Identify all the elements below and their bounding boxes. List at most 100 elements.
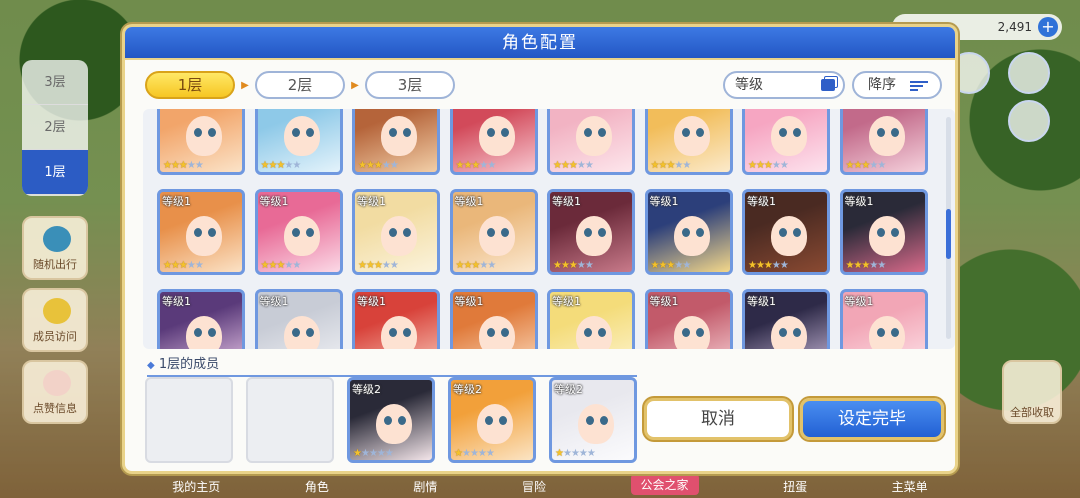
floor-nav: 3层 2层 1层 — [22, 60, 88, 196]
portrait-eye — [890, 328, 899, 337]
star-rating: ★★★★★ — [553, 160, 594, 171]
sort-key-button[interactable]: 等级 — [723, 71, 845, 99]
character-level: 等级1 — [357, 295, 386, 308]
grid-scrollbar[interactable] — [946, 117, 951, 339]
tab-floor-2[interactable]: 2层 — [255, 71, 345, 99]
portrait-eye — [681, 128, 690, 137]
floor-nav-item-1[interactable]: 1层 — [22, 150, 88, 195]
member-card[interactable]: 等级2 ★★★★★ — [549, 377, 637, 463]
star-rating: ★★★★★ — [260, 260, 302, 271]
nav-my-home[interactable]: 我的主页 — [172, 478, 220, 495]
character-card[interactable]: 等级1★★★★★ — [644, 289, 733, 349]
character-card[interactable]: ★★★★★ — [157, 109, 245, 175]
expand-icon[interactable] — [1008, 52, 1050, 94]
character-card[interactable]: 等级1★★★★★ — [742, 189, 830, 275]
star-rating: ★★★★★ — [454, 448, 495, 459]
portrait-eye — [779, 128, 787, 137]
character-card[interactable]: 等级1 ★★★★★ — [449, 189, 538, 275]
character-grid: ★★★★★ ★★★★★ ★★★★★ ★★★★★ ★★★★★ ★★★★★ ★★★★★ ★★★★★… — [157, 109, 937, 349]
portrait-eye — [876, 328, 885, 337]
character-portrait — [576, 316, 612, 349]
sort-window-icon — [821, 79, 835, 91]
nav-story[interactable]: 剧情 — [413, 478, 437, 495]
random-outing-button[interactable]: 随机出行 — [22, 216, 88, 280]
character-level: 等级2 — [554, 383, 583, 396]
portrait-eye — [499, 416, 507, 425]
sort-order-button[interactable]: 降序 — [852, 71, 942, 99]
character-card[interactable]: 等级1★★★★★ — [742, 289, 830, 349]
portrait-eye — [890, 228, 899, 237]
character-card[interactable]: ★★★★★ — [352, 109, 440, 175]
portrait-eye — [584, 328, 592, 337]
portrait-eye — [500, 228, 509, 237]
sort-key-label: 等级 — [735, 77, 763, 93]
member-card[interactable]: 等级2 ★★★★★ — [347, 377, 435, 463]
character-card[interactable]: ★★★★★ — [449, 109, 538, 175]
members-section-title: ◆ 1层的成员 — [147, 353, 637, 377]
member-visit-button[interactable]: 成员访问 — [22, 288, 88, 352]
character-level: 等级1 — [747, 295, 776, 308]
character-card[interactable]: ★★★★★ — [644, 109, 733, 175]
tab-floor-1[interactable]: 1层 — [145, 71, 235, 99]
portrait-eye — [500, 328, 509, 337]
portrait-eye — [486, 228, 495, 237]
diamond-icon: ◆ — [147, 360, 155, 371]
character-portrait — [186, 316, 222, 349]
character-level: 等级1 — [454, 195, 484, 208]
nav-main-menu[interactable]: 主菜单 — [892, 478, 928, 495]
arrow-right-icon: ▶ — [241, 79, 249, 91]
character-card[interactable]: 等级1★★★★★ — [644, 189, 733, 275]
star-rating: ★★★★★ — [845, 160, 887, 171]
nav-characters[interactable]: 角色 — [305, 478, 329, 495]
character-card[interactable]: ★★★★★ — [547, 109, 635, 175]
character-card[interactable]: 等级1★★★★★ — [254, 189, 343, 275]
floor-nav-item-2[interactable]: 2层 — [22, 105, 88, 150]
character-card[interactable]: 等级1★★★★★ — [547, 189, 635, 275]
nav-adventure[interactable]: 冒险 — [522, 478, 546, 495]
character-card[interactable]: 等级1★★★★★ — [157, 189, 245, 275]
dialog-title: 角色配置 — [125, 27, 955, 60]
character-card[interactable]: 等级1★★★★★ — [839, 189, 928, 275]
like-info-button[interactable]: 点赞信息 — [22, 360, 88, 424]
character-grid-panel[interactable]: ★★★★★ ★★★★★ ★★★★★ ★★★★★ ★★★★★ ★★★★★ ★★★★★ ★★★★★… — [143, 109, 955, 349]
tab-floor-3[interactable]: 3层 — [365, 71, 455, 99]
duck-icon — [43, 298, 71, 324]
character-config-dialog: 角色配置 1层 ▶ 2层 ▶ 3层 等级 降序 ★★★★★ ★★★★★ ★★★★★ ★… — [122, 24, 958, 474]
character-card[interactable]: 等级1★★★★★ — [157, 289, 245, 349]
portrait-eye — [890, 128, 899, 137]
portrait-eye — [208, 228, 216, 237]
member-card[interactable]: 等级2 ★★★★★ — [448, 377, 536, 463]
floor-nav-item-3[interactable]: 3层 — [22, 60, 88, 105]
character-card[interactable]: ★★★★★ — [839, 109, 928, 175]
scrollbar-thumb[interactable] — [946, 209, 951, 259]
star-rating: ★★★★★ — [845, 260, 887, 271]
portrait-eye — [486, 128, 495, 137]
confirm-button[interactable]: 设定完毕 — [800, 398, 944, 440]
portrait-eye — [584, 228, 592, 237]
star-rating: ★★★★★ — [163, 260, 204, 271]
character-card[interactable]: 等级1★★★★★ — [449, 289, 538, 349]
portrait-eye — [793, 228, 801, 237]
character-card[interactable]: 等级1★★★★★ — [254, 289, 343, 349]
portrait-eye — [876, 128, 885, 137]
empty-member-slot[interactable] — [145, 377, 233, 463]
menu-icon[interactable] — [1008, 100, 1050, 142]
character-card[interactable]: 等级1★★★★★ — [839, 289, 928, 349]
character-card[interactable]: 等级1★★★★★ — [547, 289, 635, 349]
character-card[interactable]: 等级1★★★★★ — [352, 189, 440, 275]
add-currency-icon[interactable]: + — [1038, 17, 1058, 37]
bottom-nav: 我的主页 角色 剧情 冒险 公会之家 扭蛋 主菜单 — [130, 474, 970, 498]
empty-member-slot[interactable] — [246, 377, 334, 463]
cancel-button[interactable]: 取消 — [644, 398, 792, 440]
star-rating: ★★★★★ — [455, 260, 497, 271]
character-card[interactable]: ★★★★★ — [742, 109, 830, 175]
nav-guild-house[interactable]: 公会之家 — [630, 474, 699, 495]
character-portrait — [478, 316, 515, 349]
portrait-eye — [194, 328, 202, 337]
nav-gacha[interactable]: 扭蛋 — [783, 478, 807, 495]
collect-all-button[interactable]: 全部收取 — [1002, 360, 1062, 424]
character-card[interactable]: 等级1★★★★★ — [352, 289, 440, 349]
portrait-eye — [695, 228, 704, 237]
character-card[interactable]: ★★★★★ — [254, 109, 343, 175]
portrait-eye — [779, 328, 787, 337]
